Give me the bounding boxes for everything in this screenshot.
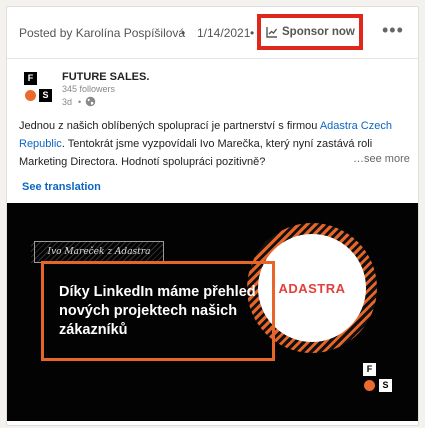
logo-letter-s: S: [39, 89, 52, 102]
logo-letter-f: F: [24, 72, 37, 85]
image-headline: Díky LinkedIn máme přehled o nových proj…: [59, 284, 269, 338]
see-more-link[interactable]: …see more: [353, 153, 410, 165]
post-image[interactable]: ADASTRA Ivo Mareček z Adastra Díky Linke…: [7, 203, 418, 421]
sponsor-now-button[interactable]: Sponsor now: [266, 21, 355, 43]
post-date: 1/14/2021: [197, 26, 251, 40]
logo-circle: [25, 90, 36, 101]
follower-count: 345 followers: [62, 84, 116, 94]
logo-letter-s: S: [379, 379, 392, 392]
company-mention-link[interactable]: Adastra Czech: [320, 120, 392, 132]
post-card: Posted by Karolína Pospíšilová • 1/14/20…: [6, 6, 419, 426]
see-translation-link[interactable]: See translation: [22, 181, 101, 193]
post-age: 3d: [62, 97, 73, 107]
company-logo[interactable]: F S: [22, 72, 54, 104]
globe-icon: [85, 96, 96, 107]
separator-dot: •: [181, 26, 186, 40]
post-top-bar: Posted by Karolína Pospíšilová • 1/14/20…: [7, 7, 418, 59]
post-line-1: Jednou z našich oblíbených spoluprací je…: [19, 120, 392, 132]
logo-letter-f: F: [363, 363, 376, 376]
chart-icon: [266, 27, 278, 38]
image-logo: F S: [363, 363, 395, 395]
script-caption: Ivo Mareček z Adastra: [34, 241, 164, 263]
logo-circle: [364, 380, 375, 391]
post-line-2: Republic. Tentokrát jsme vyzpovídali Ivo…: [19, 138, 373, 150]
more-options-icon[interactable]: •••: [382, 21, 404, 39]
separator-dot: •: [250, 26, 255, 40]
separator-dot: •: [78, 97, 82, 107]
posted-by-text: Posted by Karolína Pospíšilová: [19, 26, 186, 40]
company-mention-link[interactable]: Republic: [19, 138, 62, 150]
sponsor-now-label: Sponsor now: [282, 26, 355, 38]
company-name[interactable]: FUTURE SALES.: [62, 71, 149, 83]
